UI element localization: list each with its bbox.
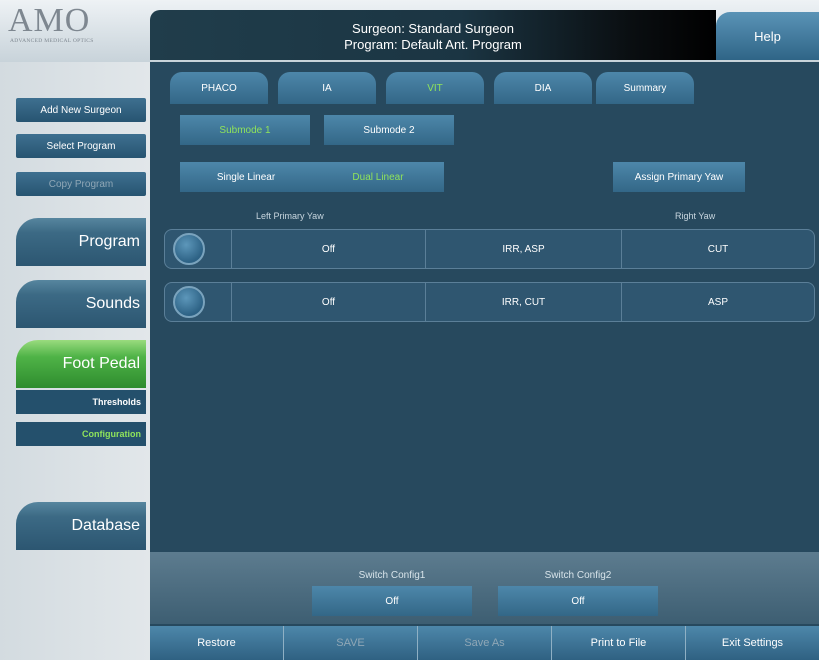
- row-1-middle-cell[interactable]: IRR, ASP: [425, 230, 621, 268]
- save-as-button[interactable]: Save As: [417, 626, 551, 660]
- tab-dia[interactable]: DIA: [494, 72, 592, 104]
- select-program-button[interactable]: Select Program: [16, 134, 146, 158]
- tab-ia[interactable]: IA: [278, 72, 376, 104]
- logo-main-text: AMO: [8, 2, 91, 39]
- amo-logo: AMO ADVANCED MEDICAL OPTICS: [2, 2, 148, 54]
- help-button[interactable]: Help: [716, 12, 819, 60]
- row-2-knob[interactable]: [173, 286, 205, 318]
- title-bar: Surgeon: Standard Surgeon Program: Defau…: [150, 10, 716, 60]
- print-to-file-button[interactable]: Print to File: [551, 626, 685, 660]
- assign-primary-yaw-button[interactable]: Assign Primary Yaw: [613, 162, 745, 192]
- switch-config-area: Switch Config1 Off Switch Config2 Off: [150, 552, 819, 624]
- header: AMO ADVANCED MEDICAL OPTICS Surgeon: Sta…: [0, 0, 819, 62]
- row-2-left-cell[interactable]: Off: [231, 283, 425, 321]
- switch-config2-value[interactable]: Off: [498, 586, 658, 616]
- restore-button[interactable]: Restore: [150, 626, 283, 660]
- sidebar-subitem-configuration[interactable]: Configuration: [16, 422, 146, 446]
- switch-config2-label: Switch Config2: [544, 570, 612, 581]
- submode-2-button[interactable]: Submode 2: [324, 115, 454, 145]
- logo-sub-text: ADVANCED MEDICAL OPTICS: [10, 38, 94, 44]
- exit-settings-button[interactable]: Exit Settings: [685, 626, 819, 660]
- tab-phaco[interactable]: PHACO: [170, 72, 268, 104]
- submode-1-button[interactable]: Submode 1: [180, 115, 310, 145]
- sidebar-item-foot-pedal[interactable]: Foot Pedal: [16, 340, 146, 388]
- row-2-middle-cell[interactable]: IRR, CUT: [425, 283, 621, 321]
- switch-config1-value[interactable]: Off: [312, 586, 472, 616]
- sidebar-subitem-thresholds[interactable]: Thresholds: [16, 390, 146, 414]
- dual-linear-button[interactable]: Dual Linear: [312, 162, 444, 192]
- switch-row: Off IRR, CUT ASP: [164, 282, 815, 322]
- row-2-right-cell[interactable]: ASP: [621, 283, 814, 321]
- main-panel: PHACO IA VIT DIA Summary Submode 1 Submo…: [150, 62, 819, 660]
- left-primary-yaw-label: Left Primary Yaw: [256, 211, 324, 221]
- footer-bar: Restore SAVE Save As Print to File Exit …: [150, 626, 819, 660]
- row-1-right-cell[interactable]: CUT: [621, 230, 814, 268]
- right-yaw-label: Right Yaw: [675, 211, 716, 221]
- row-1-left-cell[interactable]: Off: [231, 230, 425, 268]
- single-linear-button[interactable]: Single Linear: [180, 162, 312, 192]
- row-1-knob[interactable]: [173, 233, 205, 265]
- tab-vit[interactable]: VIT: [386, 72, 484, 104]
- sidebar-item-sounds[interactable]: Sounds: [16, 280, 146, 328]
- add-new-surgeon-button[interactable]: Add New Surgeon: [16, 98, 146, 122]
- program-line: Program: Default Ant. Program: [344, 37, 522, 52]
- switch-config1-label: Switch Config1: [358, 570, 426, 581]
- sidebar-item-database[interactable]: Database: [16, 502, 146, 550]
- switch-row: Off IRR, ASP CUT: [164, 229, 815, 269]
- tab-summary[interactable]: Summary: [596, 72, 694, 104]
- sidebar: Add New Surgeon Select Program Copy Prog…: [0, 62, 150, 660]
- copy-program-button[interactable]: Copy Program: [16, 172, 146, 196]
- sidebar-item-program[interactable]: Program: [16, 218, 146, 266]
- surgeon-line: Surgeon: Standard Surgeon: [352, 21, 514, 36]
- save-button[interactable]: SAVE: [283, 626, 417, 660]
